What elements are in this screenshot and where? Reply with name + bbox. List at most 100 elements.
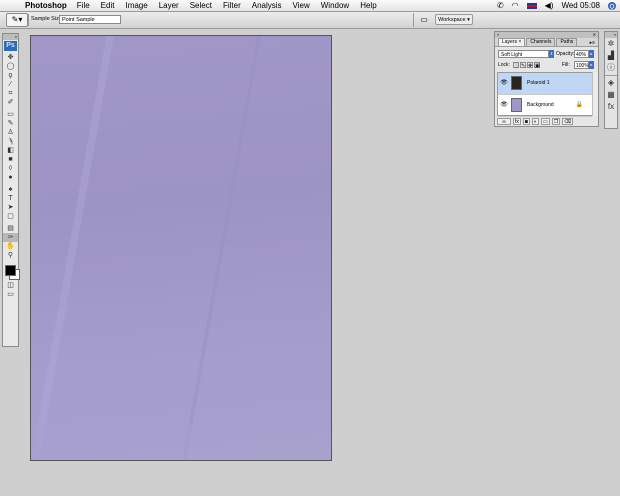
tab-layers-label: Layers [502,39,518,45]
menu-layer[interactable]: Layer [159,0,179,11]
divider [28,14,29,26]
slice-tool-icon[interactable]: ✐ [3,98,18,107]
tab-paths[interactable]: Paths [556,38,578,46]
spotlight-icon[interactable]: ⚲ [608,1,616,12]
healing-brush-icon[interactable]: ▭ [3,110,18,119]
group-icon[interactable]: ▭ [540,117,550,125]
opacity-field[interactable]: 40% [574,50,589,58]
document-canvas[interactable] [30,35,332,461]
hand-tool-icon[interactable]: ✋ [3,242,18,251]
opacity-label: Opacity: [556,51,575,57]
new-layer-icon[interactable]: ❐ [551,117,561,125]
histogram-icon[interactable]: ▟ [605,50,617,62]
menu-select[interactable]: Select [190,0,212,11]
eraser-tool-icon[interactable]: ◧ [3,146,18,155]
fill-arrow[interactable]: ▸ [589,61,594,69]
history-brush-icon[interactable]: ϡ [3,137,18,146]
pen-tool-icon[interactable]: ♠ [3,185,18,194]
eye-visibility-icon[interactable]: 👁 [500,101,508,109]
eye-visibility-icon[interactable]: 👁 [500,79,508,87]
phone-icon[interactable]: ✆ [497,0,504,11]
menu-bar: Photoshop File Edit Image Layer Select F… [0,0,620,12]
lasso-tool-icon[interactable]: ϙ [3,71,18,80]
color-icon[interactable]: ◈ [605,77,617,89]
layer-name[interactable]: Background [527,95,554,116]
screen-mode-icon[interactable]: ▭ [3,290,18,299]
lock-label: Lock: [498,62,510,68]
quick-mask-icon[interactable]: ◫ [3,281,18,290]
chevron-down-icon: ▾ [467,17,470,23]
navigator-icon[interactable]: ✲ [605,38,617,50]
trash-icon[interactable]: ⌫ [562,117,574,125]
lock-position-icon[interactable]: ✥ [527,62,533,69]
photoshop-logo[interactable]: Ps [4,41,17,51]
clone-stamp-icon[interactable]: ♙ [3,128,18,137]
dodge-tool-icon[interactable]: ● [3,173,18,182]
menu-analysis[interactable]: Analysis [252,0,282,11]
collapse-icon[interactable]: « [497,32,499,38]
info-icon[interactable]: ⓘ [605,62,617,74]
layer-row-polaroid-1[interactable]: 👁 Polaroid 1 [498,73,592,95]
marquee-tool-icon[interactable]: ◯ [3,62,18,71]
tab-channels[interactable]: Channels [526,38,556,46]
shape-tool-icon[interactable]: ▢ [3,212,18,221]
panel-menu-icon[interactable]: ▸≡ [590,40,595,46]
volume-icon[interactable]: ◀) [545,0,554,11]
menu-filter[interactable]: Filter [223,0,241,11]
lock-pixels-icon[interactable]: ✎ [520,62,526,69]
mask-icon[interactable]: ◙ [522,117,530,125]
wifi-icon[interactable]: ◠ [512,0,519,11]
panel-dock: « ✲ ▟ ⓘ ◈ ▦ fx [604,31,618,129]
path-selection-icon[interactable]: ➤ [3,203,18,212]
menu-list: Photoshop File Edit Image Layer Select F… [25,0,388,11]
eyedropper-icon: ✎▾ [11,15,23,24]
lock-all-icon[interactable]: ▣ [534,62,540,69]
fill-field[interactable]: 100% [574,61,589,69]
lock-row: Lock: ░ ✎ ✥ ▣ Fill: 100% ▸ [498,61,598,70]
zoom-tool-icon[interactable]: ⚲ [3,251,18,260]
toolbox-titlebar[interactable]: » [3,34,18,40]
adjustment-icon[interactable]: ◐ [531,117,539,125]
menu-help[interactable]: Help [360,0,376,11]
menu-file[interactable]: File [77,0,90,11]
layer-row-background[interactable]: 👁 Background 🔒 [498,95,592,117]
clock[interactable]: Wed 05:08 [561,0,600,11]
layers-scrollbar[interactable] [592,72,598,116]
palette-well-icon[interactable]: ▭ [418,15,430,24]
panel-titlebar[interactable]: « ✕ [495,32,598,38]
eyedropper-tool-icon[interactable]: ✑ [3,233,18,242]
divider [413,13,414,27]
menu-photoshop[interactable]: Photoshop [25,0,67,11]
opacity-arrow[interactable]: ▸ [589,50,594,58]
swatches-icon[interactable]: ▦ [605,89,617,101]
fx-icon[interactable]: fx [513,117,521,125]
type-tool-icon[interactable]: T [3,194,18,203]
foreground-color-swatch[interactable] [5,265,16,276]
status-area: ✆ ◠ ◀) Wed 05:08 ⚲ [497,0,616,12]
magic-wand-icon[interactable]: ⁄ [3,80,18,89]
tool-preset-picker[interactable]: ✎▾ [6,13,28,27]
link-layers-icon[interactable]: ∞ [497,117,511,125]
layer-name[interactable]: Polaroid 1 [527,73,550,94]
lock-transparency-icon[interactable]: ░ [513,62,519,69]
tab-layers[interactable]: Layers × [498,38,526,46]
move-tool-icon[interactable]: ✥ [3,53,18,62]
blur-tool-icon[interactable]: ◊ [3,164,18,173]
sample-size-select[interactable]: Point Sample [59,15,121,24]
close-panel-icon[interactable]: ✕ [593,32,596,38]
menu-edit[interactable]: Edit [101,0,115,11]
blend-mode-select[interactable]: Soft Light [498,50,549,58]
notes-tool-icon[interactable]: ▤ [3,224,18,233]
menu-view[interactable]: View [293,0,310,11]
workspace-label: Workspace [438,17,466,23]
gradient-tool-icon[interactable]: ■ [3,155,18,164]
flag-icon[interactable] [526,2,537,9]
brush-tool-icon[interactable]: ✎ [3,119,18,128]
menu-image[interactable]: Image [125,0,147,11]
menu-window[interactable]: Window [321,0,349,11]
toolbox: » Ps ✥ ◯ ϙ ⁄ ⌗ ✐ ▭ ✎ ♙ ϡ ◧ ■ ◊ ● ♠ T ➤ ▢… [2,33,20,347]
blend-mode-stepper[interactable]: ⇕ [549,50,554,58]
workspace-button[interactable]: Workspace ▾ [435,14,473,25]
crop-tool-icon[interactable]: ⌗ [3,89,18,98]
styles-icon[interactable]: fx [605,101,617,113]
